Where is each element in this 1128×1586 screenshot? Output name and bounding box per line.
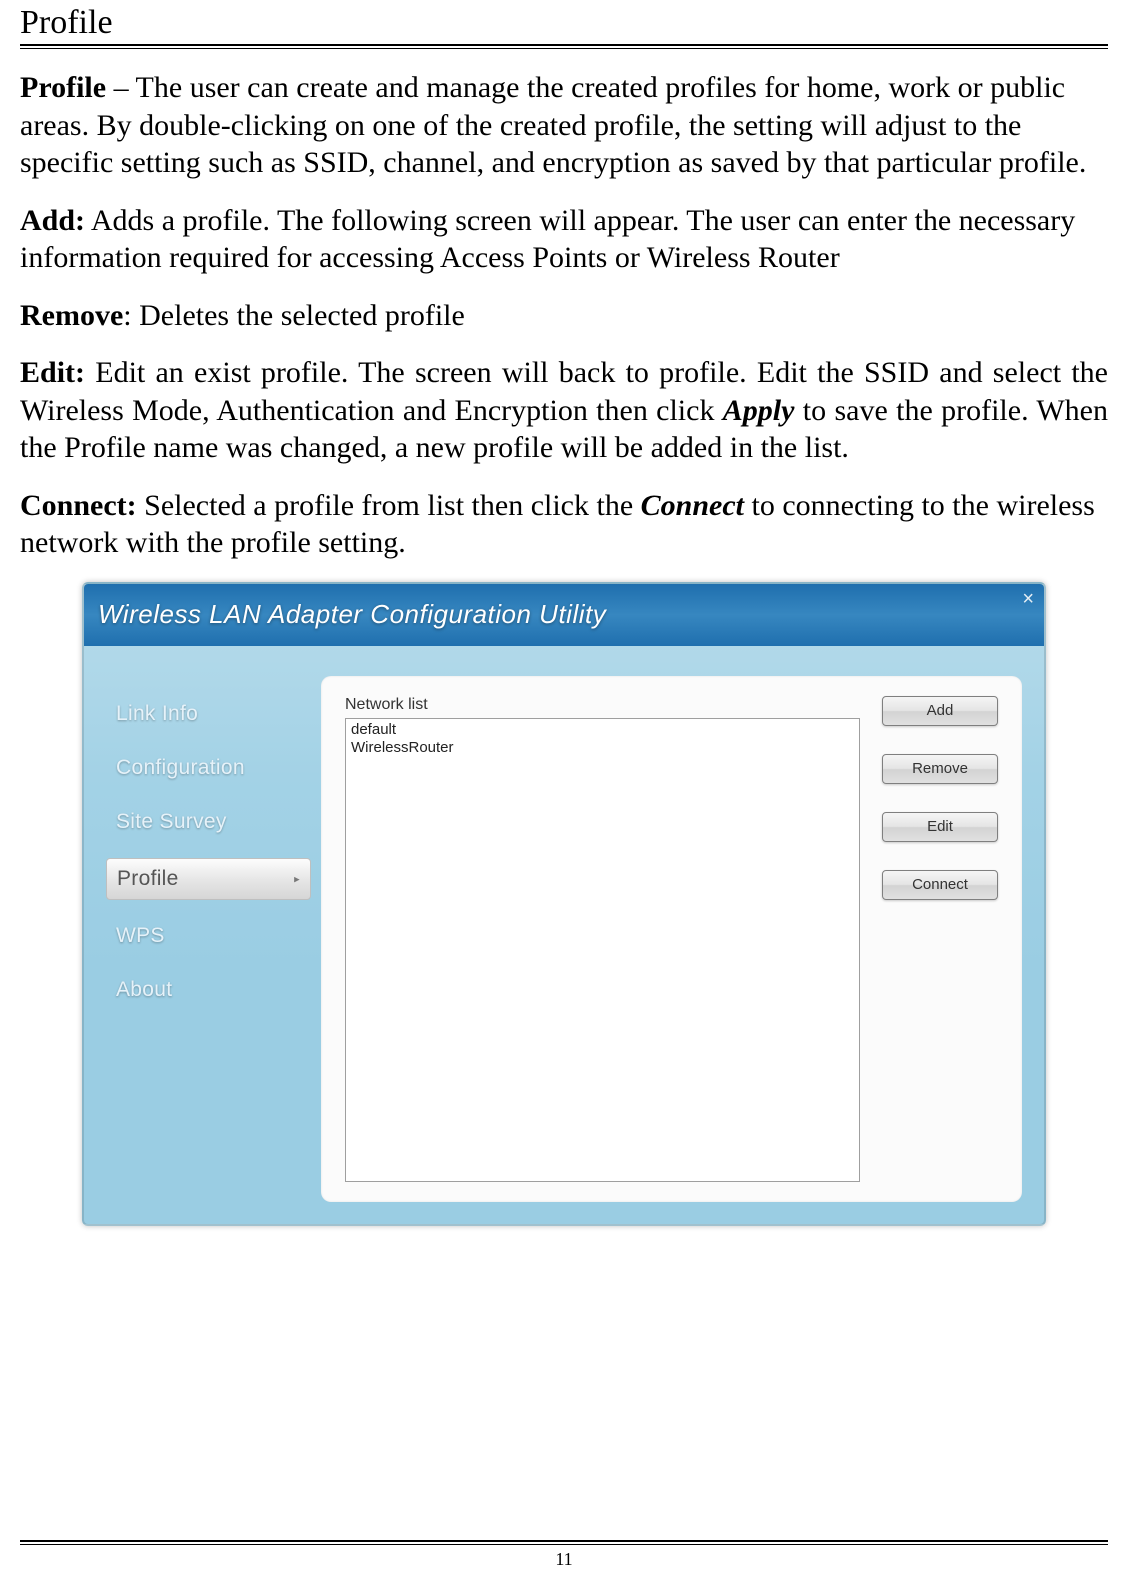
profile-label: Profile: [20, 71, 106, 104]
edit-label: Edit:: [20, 356, 85, 389]
main-panel: Network list default WirelessRouter Add …: [321, 676, 1022, 1202]
network-list-label: Network list: [345, 696, 860, 714]
sidebar-item-site-survey[interactable]: Site Survey: [106, 804, 311, 840]
profile-description: Profile – The user can create and manage…: [20, 69, 1108, 182]
sidebar-item-profile[interactable]: Profile ▸: [106, 858, 311, 900]
sidebar-item-wps[interactable]: WPS: [106, 918, 311, 954]
app-window: Wireless LAN Adapter Configuration Utili…: [82, 582, 1046, 1226]
sidebar-item-link-info[interactable]: Link Info: [106, 696, 311, 732]
connect-emph: Connect: [641, 489, 744, 522]
remove-label: Remove: [20, 299, 123, 332]
close-icon[interactable]: ×: [1022, 588, 1034, 611]
remove-button[interactable]: Remove: [882, 754, 998, 784]
edit-button[interactable]: Edit: [882, 812, 998, 842]
network-list[interactable]: default WirelessRouter: [345, 718, 860, 1182]
chevron-right-icon: ▸: [294, 872, 300, 885]
sidebar-item-about[interactable]: About: [106, 972, 311, 1008]
add-label: Add:: [20, 204, 85, 237]
page-number: 11: [555, 1549, 572, 1569]
sidebar-item-label: Profile: [117, 867, 179, 890]
add-button[interactable]: Add: [882, 696, 998, 726]
profile-text: The user can create and manage the creat…: [20, 71, 1086, 179]
add-text: Adds a profile. The following screen wil…: [20, 204, 1075, 275]
connect-label: Connect:: [20, 489, 137, 522]
edit-emph: Apply: [723, 394, 795, 427]
page-footer: 11: [20, 1540, 1108, 1570]
titlebar: Wireless LAN Adapter Configuration Utili…: [84, 584, 1044, 646]
connect-button[interactable]: Connect: [882, 870, 998, 900]
window-title: Wireless LAN Adapter Configuration Utili…: [98, 599, 606, 630]
sidebar: Link Info Configuration Site Survey Prof…: [106, 676, 311, 1202]
list-item[interactable]: WirelessRouter: [350, 739, 855, 757]
footer-rule: [20, 1540, 1108, 1545]
remove-description: Remove: Deletes the selected profile: [20, 297, 1108, 335]
sidebar-item-configuration[interactable]: Configuration: [106, 750, 311, 786]
profile-sep: –: [106, 71, 135, 104]
connect-text-a: Selected a profile from list then click …: [137, 489, 641, 522]
page-title: Profile: [20, 0, 1108, 44]
connect-description: Connect: Selected a profile from list th…: [20, 487, 1108, 562]
remove-text: : Deletes the selected profile: [123, 299, 465, 332]
add-description: Add: Adds a profile. The following scree…: [20, 202, 1108, 277]
list-item[interactable]: default: [350, 721, 855, 739]
title-rule: [20, 44, 1108, 49]
edit-description: Edit: Edit an exist profile. The screen …: [20, 354, 1108, 467]
